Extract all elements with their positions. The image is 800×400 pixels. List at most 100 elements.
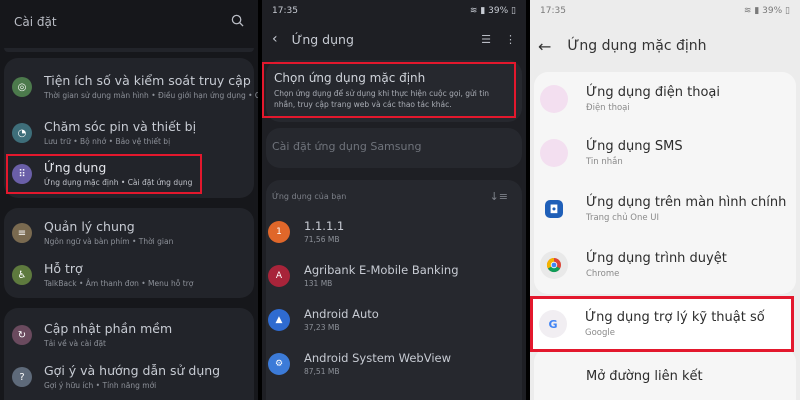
default-phone-app[interactable]: Ứng dụng điện thoại Điện thoại [534,72,796,126]
sort-icon[interactable]: ↓≡ [490,190,508,203]
wifi-icon: ≋ [469,6,478,16]
status-time: 17:35 [540,6,566,16]
settings-item-subtitle: Lưu trữ • Bộ nhớ • Bảo vệ thiết bị [44,137,171,146]
default-app-title: Ứng dụng trên màn hình chính [586,195,787,210]
app-name: Agribank E-Mobile Banking [304,263,459,277]
digital-wellbeing-icon: ◎ [12,77,32,97]
apps-icon: ⠿ [12,164,32,184]
default-apps-panel: 17:35 ≋ ▮ 39% ▯ ← Ứng dụng mặc định Ứng … [530,0,800,400]
default-app-title: Ứng dụng trợ lý kỹ thuật số [585,310,765,325]
filter-search-icon[interactable]: ☰ [481,33,491,46]
settings-item-subtitle: Thời gian sử dụng màn hình • Điều giới h… [44,91,258,100]
settings-item-digital-wellbeing[interactable]: ◎ Tiện ích số và kiểm soát truy cập Thời… [8,64,258,110]
settings-item-title: Chăm sóc pin và thiết bị [44,119,197,134]
signal-icon: ▮ [480,6,486,16]
app-size: 131 MB [304,279,333,288]
more-options-icon[interactable]: ⋮ [505,33,516,46]
sms-app-icon [540,139,568,167]
status-bar: 17:35 ≋ ▮ 39% ▯ [530,0,800,22]
general-management-icon: ≡ [12,223,32,243]
page-title: Ứng dụng mặc định [567,38,707,54]
status-icons: ≋ ▮ 39% ▯ [744,6,790,16]
choose-default-description: Chọn ứng dụng để sử dụng khi thực hiện c… [274,89,490,109]
default-home-app[interactable]: ◘ Ứng dụng trên màn hình chính Trang chủ… [534,182,796,236]
app-name: 1.1.1.1 [304,219,345,233]
choose-default-apps-button[interactable]: Chọn ứng dụng mặc định Chọn ứng dụng để … [262,62,516,118]
settings-item-subtitle: Gợi ý hữu ích • Tính năng mới [44,381,157,390]
battery-level: 39% [762,6,783,16]
settings-item-device-care[interactable]: ◔ Chăm sóc pin và thiết bị Lưu trữ • Bộ … [8,110,250,156]
android-auto-icon: ▲ [268,309,290,331]
default-app-subtitle: Chrome [586,269,620,279]
device-care-icon: ◔ [12,123,32,143]
search-icon[interactable] [231,14,244,30]
settings-item-title: Cập nhật phần mềm [44,321,173,336]
default-app-title: Ứng dụng điện thoại [586,85,720,100]
webview-app-icon: ⚙ [268,353,290,375]
signal-icon: ▮ [754,6,760,16]
back-arrow-icon[interactable]: ‹ [272,31,278,47]
settings-item-tips[interactable]: ? Gợi ý và hướng dẫn sử dụng Gợi ý hữu í… [8,354,250,400]
card-top-edge [4,48,254,52]
status-bar: 17:35 ≋ ▮ 39% ▯ [262,0,526,22]
app-size: 87,51 MB [304,367,340,376]
your-apps-label: Ứng dụng của bạn [272,192,347,201]
settings-item-subtitle: Tải về và cài đặt [44,339,106,348]
status-time: 17:35 [272,6,298,16]
app-name: Android Auto [304,307,379,321]
google-icon: G [539,310,567,338]
settings-item-title: Hỗ trợ [44,261,83,276]
app-size: 71,56 MB [304,235,340,244]
default-app-subtitle: Trang chủ One UI [586,213,660,223]
agribank-app-icon: A [268,265,290,287]
open-links-item[interactable]: Mở đường liên kết [534,350,796,400]
battery-level: 39% [488,6,509,16]
page-title: Cài đặt [14,15,57,29]
phone-app-icon [540,85,568,113]
apps-panel: 17:35 ≋ ▮ 39% ▯ ‹ Ứng dụng ☰ ⋮ Chọn ứng … [262,0,526,400]
app-row-agribank[interactable]: A Agribank E-Mobile Banking 131 MB [268,256,520,296]
settings-item-title: Tiện ích số và kiểm soát truy cập [44,73,251,88]
default-app-title: Ứng dụng SMS [586,139,683,154]
default-app-title: Ứng dụng trình duyệt [586,251,727,266]
settings-item-subtitle: Ứng dụng mặc định • Cài đặt ứng dụng [44,178,193,187]
default-sms-app[interactable]: Ứng dụng SMS Tin nhắn [534,126,796,180]
default-browser-app[interactable]: Ứng dụng trình duyệt Chrome [534,238,796,292]
tips-icon: ? [12,367,32,387]
settings-item-title: Ứng dụng [44,160,107,175]
settings-item-subtitle: TalkBack • Âm thanh đơn • Menu hỗ trợ [44,279,194,288]
app-name: Android System WebView [304,351,452,365]
wifi-icon: ≋ [743,6,752,16]
back-arrow-icon[interactable]: ← [538,37,551,56]
default-app-subtitle: Tin nhắn [586,157,623,167]
cloudflare-app-icon: 1 [268,221,290,243]
apps-header: ‹ Ứng dụng ☰ ⋮ [262,22,526,56]
default-app-title: Mở đường liên kết [586,369,703,384]
software-update-icon: ↻ [12,325,32,345]
app-row-1111[interactable]: 1 1.1.1.1 71,56 MB [268,212,520,252]
settings-item-apps[interactable]: ⠿ Ứng dụng Ứng dụng mặc định • Cài đặt ứ… [6,154,202,194]
default-app-subtitle: Google [585,328,615,338]
default-app-subtitle: Điện thoại [586,103,630,113]
open-links-icon-placeholder [540,363,568,391]
battery-icon: ▯ [785,6,790,16]
samsung-app-settings[interactable]: Cài đặt ứng dụng Samsung [272,140,421,153]
default-apps-header: ← Ứng dụng mặc định [530,22,800,70]
app-row-android-auto[interactable]: ▲ Android Auto 37,23 MB [268,300,520,340]
accessibility-icon: ♿ [12,265,32,285]
settings-item-software-update[interactable]: ↻ Cập nhật phần mềm Tải về và cài đặt [8,312,250,358]
page-title: Ứng dụng [291,31,354,47]
settings-header: Cài đặt [0,0,258,44]
settings-item-subtitle: Ngôn ngữ và bàn phím • Thời gian [44,237,174,246]
settings-item-accessibility[interactable]: ♿ Hỗ trợ TalkBack • Âm thanh đơn • Menu … [8,252,250,298]
settings-item-title: Gợi ý và hướng dẫn sử dụng [44,363,221,378]
app-row-webview[interactable]: ⚙ Android System WebView 87,51 MB [268,344,520,384]
default-digital-assistant-app[interactable]: G Ứng dụng trợ lý kỹ thuật số Google [530,296,794,352]
battery-icon: ▯ [511,6,516,16]
home-app-icon: ◘ [545,200,563,218]
settings-item-general-management[interactable]: ≡ Quản lý chung Ngôn ngữ và bàn phím • T… [8,210,250,256]
chrome-icon [540,251,568,279]
settings-item-title: Quản lý chung [44,219,135,234]
settings-panel: Cài đặt ◎ Tiện ích số và kiểm soát truy … [0,0,258,400]
status-icons: ≋ ▮ 39% ▯ [470,6,516,16]
